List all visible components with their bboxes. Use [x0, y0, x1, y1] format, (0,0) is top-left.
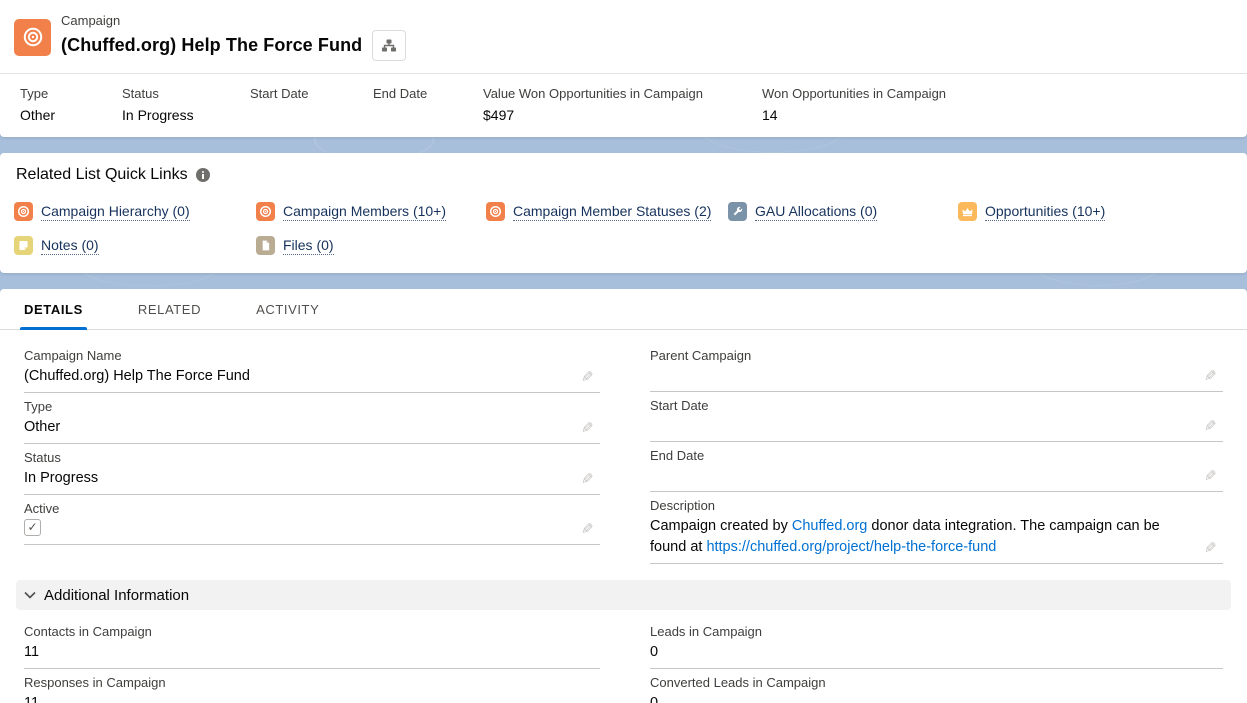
quick-link-campaign-members[interactable]: Campaign Members (10+) [256, 202, 486, 221]
stat-won-opportunities: Won Opportunities in Campaign 14 [762, 86, 958, 124]
section-title: Additional Information [44, 587, 189, 604]
edit-pencil-icon[interactable]: ✎ [581, 419, 594, 437]
description-text: Campaign created by Chuffed.org donor da… [650, 516, 1183, 558]
highlights-panel: Campaign (Chuffed.org) Help The Force Fu… [0, 0, 1247, 137]
field-active: Active ✓ ✎ [24, 495, 600, 545]
field-status: Status In Progress ✎ [24, 444, 600, 495]
stat-value-won-opportunities: Value Won Opportunities in Campaign $497 [483, 86, 762, 124]
edit-pencil-icon[interactable]: ✎ [1204, 467, 1217, 485]
quick-link-notes[interactable]: Notes (0) [14, 236, 256, 255]
edit-pencil-icon[interactable]: ✎ [581, 470, 594, 488]
chuffed-org-link[interactable]: Chuffed.org [792, 518, 868, 534]
campaign-icon [486, 202, 505, 221]
campaign-icon [256, 202, 275, 221]
chuffed-project-url-link[interactable]: https://chuffed.org/project/help-the-for… [706, 539, 996, 555]
page-title: (Chuffed.org) Help The Force Fund [61, 35, 362, 56]
tab-activity[interactable]: ACTIVITY [252, 289, 323, 329]
note-icon [14, 236, 33, 255]
edit-pencil-icon[interactable]: ✎ [581, 368, 594, 386]
related-list-quick-links-card: Related List Quick Links Campaign Hierar… [0, 153, 1247, 273]
quick-links-title: Related List Quick Links [16, 166, 188, 184]
opportunity-crown-icon [958, 202, 977, 221]
object-label: Campaign [61, 13, 406, 28]
field-parent-campaign: Parent Campaign ✎ [650, 342, 1223, 392]
highlights-stats-row: Type Other Status In Progress Start Date… [0, 73, 1247, 137]
field-contacts-in-campaign: Contacts in Campaign 11 [24, 618, 600, 669]
quick-links-grid: Campaign Hierarchy (0) Campaign Members … [14, 202, 1231, 255]
stat-status: Status In Progress [122, 86, 250, 124]
field-leads-in-campaign: Leads in Campaign 0 [650, 618, 1223, 669]
quick-link-campaign-hierarchy[interactable]: Campaign Hierarchy (0) [14, 202, 256, 221]
detail-fields: Campaign Name (Chuffed.org) Help The For… [0, 330, 1247, 564]
field-start-date: Start Date ✎ [650, 392, 1223, 442]
edit-pencil-icon[interactable]: ✎ [1204, 539, 1217, 557]
record-header: Campaign (Chuffed.org) Help The Force Fu… [0, 0, 1247, 73]
quick-link-opportunities[interactable]: Opportunities (10+) [958, 202, 1231, 221]
hierarchy-icon [381, 38, 397, 53]
active-checkbox[interactable]: ✓ [24, 519, 41, 536]
campaign-hierarchy-button[interactable] [372, 30, 406, 61]
campaign-icon [14, 202, 33, 221]
field-end-date: End Date ✎ [650, 442, 1223, 492]
additional-information-section-header[interactable]: Additional Information [16, 580, 1231, 610]
record-detail-card: DETAILS RELATED ACTIVITY Campaign Name (… [0, 289, 1247, 703]
field-campaign-name: Campaign Name (Chuffed.org) Help The For… [24, 342, 600, 393]
quick-link-campaign-member-statuses[interactable]: Campaign Member Statuses (2) [486, 202, 728, 221]
file-icon [256, 236, 275, 255]
edit-pencil-icon[interactable]: ✎ [1204, 417, 1217, 435]
additional-info-fields: Contacts in Campaign 11 Responses in Cam… [0, 610, 1247, 703]
quick-link-files[interactable]: Files (0) [256, 236, 486, 255]
edit-pencil-icon[interactable]: ✎ [1204, 367, 1217, 385]
field-responses-in-campaign: Responses in Campaign 11 [24, 669, 600, 703]
stat-type: Type Other [20, 86, 122, 124]
info-icon[interactable] [196, 168, 210, 182]
quick-link-gau-allocations[interactable]: GAU Allocations (0) [728, 202, 958, 221]
tab-details[interactable]: DETAILS [20, 289, 87, 329]
stat-start-date: Start Date [250, 86, 373, 124]
chevron-down-icon [24, 591, 36, 599]
tab-bar: DETAILS RELATED ACTIVITY [0, 289, 1247, 330]
stat-end-date: End Date [373, 86, 483, 124]
edit-pencil-icon[interactable]: ✎ [581, 520, 594, 538]
record-title-block: Campaign (Chuffed.org) Help The Force Fu… [61, 13, 406, 61]
field-converted-leads-in-campaign: Converted Leads in Campaign 0 [650, 669, 1223, 703]
campaign-icon [14, 19, 51, 56]
wrench-icon [728, 202, 747, 221]
field-type: Type Other ✎ [24, 393, 600, 444]
tab-related[interactable]: RELATED [134, 289, 205, 329]
field-description: Description Campaign created by Chuffed.… [650, 492, 1223, 564]
